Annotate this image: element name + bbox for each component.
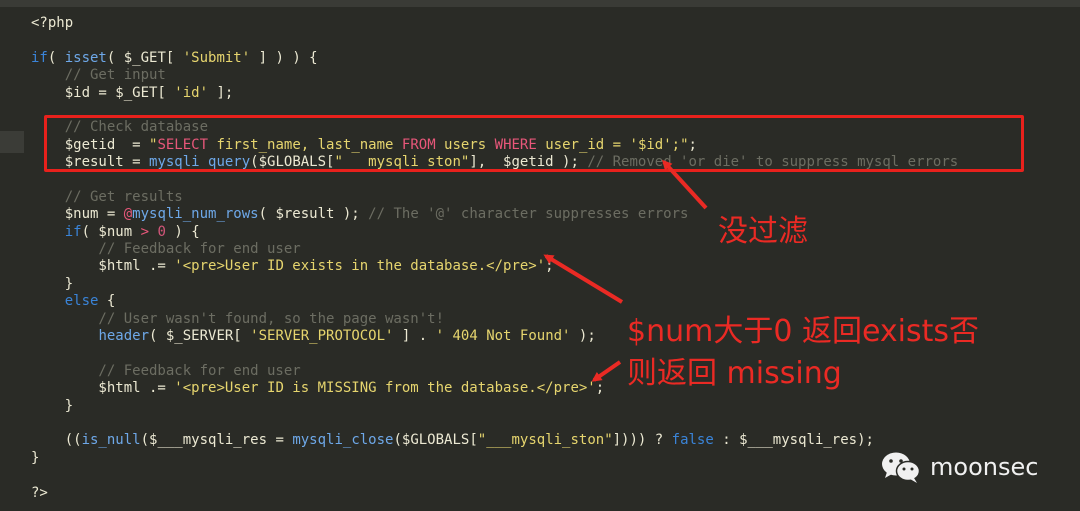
arrow-to-exists	[543, 254, 624, 304]
arrow-to-missing	[591, 360, 622, 382]
annotation-num-line2: 则返回 missing	[627, 356, 842, 391]
watermark: moonsec	[880, 450, 1038, 484]
annotation-arrows	[543, 159, 708, 382]
arrow-to-query	[661, 159, 708, 210]
wechat-icon	[880, 450, 922, 484]
annotation-num-line1: $num大于0 返回exists否	[627, 314, 980, 349]
watermark-text: moonsec	[930, 453, 1039, 481]
annotation-no-filter: 没过滤	[718, 214, 808, 249]
